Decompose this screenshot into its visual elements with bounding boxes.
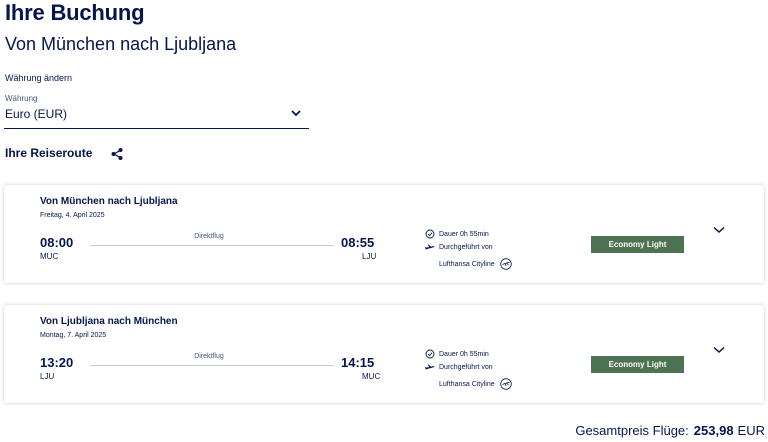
airplane-icon — [425, 364, 435, 370]
total-price-amount: 253,98 — [693, 423, 734, 438]
arrival-time: 14:15 — [341, 355, 375, 370]
departure-airport: LJU — [40, 372, 55, 381]
duration-text: Dauer 0h 55min — [439, 230, 489, 238]
fare-badge: Economy Light — [591, 236, 684, 253]
currency-select[interactable]: Währung Euro (EUR) — [4, 91, 309, 129]
clock-icon — [425, 349, 435, 359]
page-subtitle: Von München nach Ljubljana — [5, 34, 237, 54]
arrival-airport: MUC — [362, 372, 381, 381]
operated-by-text: Durchgeführt von — [439, 243, 493, 251]
currency-selected-value: Euro (EUR) — [5, 107, 68, 121]
operated-by: Durchgeführt von — [425, 242, 493, 252]
itinerary-heading: Ihre Reiseroute — [5, 146, 93, 160]
chevron-down-icon[interactable] — [713, 226, 725, 234]
total-price: Gesamtpreis Flüge: 253,98 EUR — [575, 423, 765, 438]
carrier-name: Lufthansa Cityline — [439, 260, 495, 268]
carrier-name: Lufthansa Cityline — [439, 380, 495, 388]
airplane-icon — [425, 244, 435, 250]
flight-route-title: Von Ljubljana nach München — [40, 316, 178, 327]
flight-path-line — [90, 365, 334, 366]
share-icon[interactable] — [110, 147, 124, 161]
total-price-label: Gesamtpreis Flüge: — [575, 423, 689, 438]
page-title: Ihre Buchung — [5, 0, 145, 25]
currency-heading: Währung ändern — [5, 73, 73, 83]
fare-badge: Economy Light — [591, 356, 684, 373]
lufthansa-crane-icon — [499, 258, 512, 270]
stops-label: Direktflug — [194, 233, 224, 240]
clock-icon — [425, 229, 435, 239]
operated-by-text: Durchgeführt von — [439, 363, 493, 371]
chevron-down-icon[interactable] — [713, 346, 725, 354]
departure-time: 13:20 — [40, 355, 74, 370]
currency-field-label: Währung — [5, 94, 38, 103]
arrival-time: 08:55 — [341, 235, 375, 250]
arrival-airport: LJU — [362, 252, 377, 261]
departure-time: 08:00 — [40, 235, 74, 250]
stops-label: Direktflug — [194, 353, 224, 360]
chevron-down-icon — [291, 110, 301, 117]
flight-date: Freitag, 4. April 2025 — [40, 212, 105, 219]
flight-card-return[interactable]: Von Ljubljana nach München Montag, 7. Ap… — [4, 305, 764, 403]
carrier: Lufthansa Cityline — [425, 258, 512, 270]
flight-path-line — [90, 245, 334, 246]
flight-duration: Dauer 0h 55min — [425, 349, 489, 359]
lufthansa-crane-icon — [499, 378, 512, 390]
operated-by: Durchgeführt von — [425, 362, 493, 372]
duration-text: Dauer 0h 55min — [439, 350, 489, 358]
flight-card-outbound[interactable]: Von München nach Ljubljana Freitag, 4. A… — [4, 185, 764, 283]
departure-airport: MUC — [40, 252, 59, 261]
flight-duration: Dauer 0h 55min — [425, 229, 489, 239]
total-price-currency: EUR — [737, 423, 765, 438]
carrier: Lufthansa Cityline — [425, 378, 512, 390]
flight-route-title: Von München nach Ljubljana — [40, 196, 178, 207]
flight-date: Montag, 7. April 2025 — [40, 332, 107, 339]
